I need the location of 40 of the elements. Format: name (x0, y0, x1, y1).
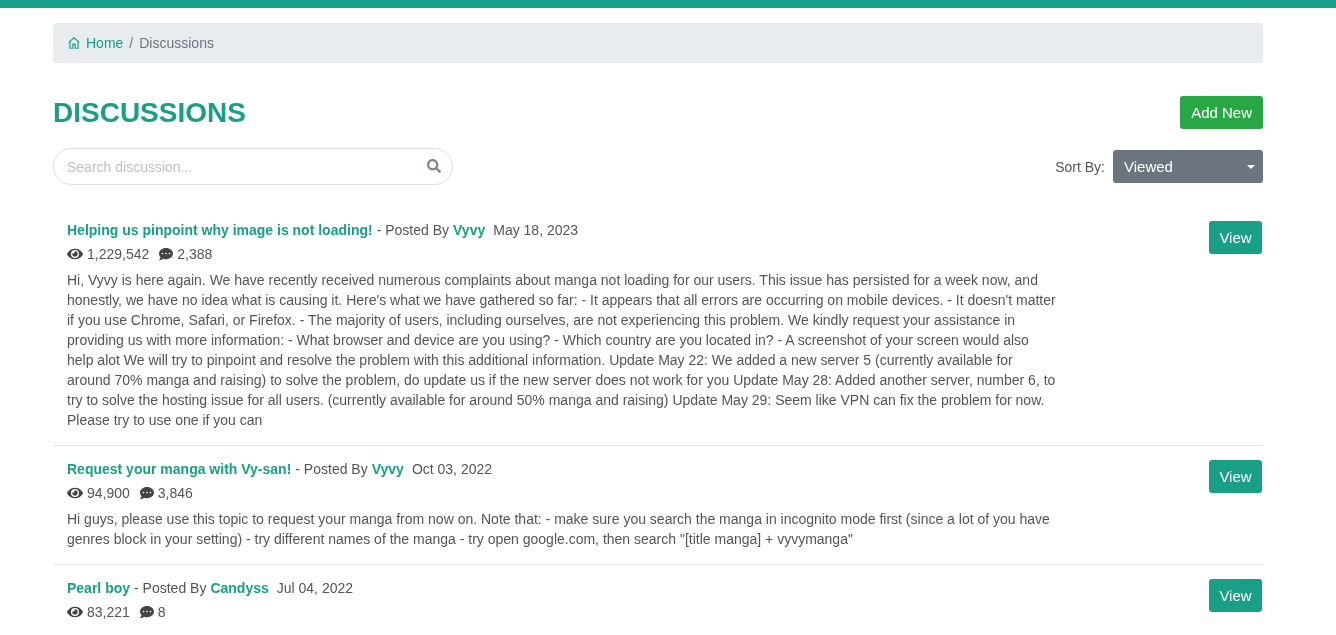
comment-icon (159, 247, 174, 261)
search-field[interactable]: Search discussion... (53, 148, 453, 185)
author-link[interactable]: Candyss (210, 578, 269, 598)
comment-icon (139, 605, 154, 619)
topic-body-text: Hi, Vyvy is here again. We have recently received numerous complaints about manga not loading for our users. This issue has persisted for a week now, and honestly, we have no idea what is causing it. Here's what we have gathered so far: - It appears that all errors are occurring on mobile devices. - It doesn't matter if you use Chrome, Safari, or Firefox. - The majority of users, including ourselves, are not experiencing this problem. We kindly request your assistance in providing us with more information: - What browser and device are you using? - Which country are you located in? - A screenshot of your screen would also help alot We will try to pinpoint and resolve the problem with this additional information. Update May 22: We added a new server 5 (currently available for around 70% manga and raising) to solve the problem, do update us if the new server does not work for you Update May 28: Added another server, number 6, to try to solve the hosting issue for all users. (currently available for around 50% manga and raising) Update May 29: Seem like VPN can fix the problem for now. Please try to use one if you can (67, 271, 1057, 430)
sort-select[interactable]: Viewed (1113, 150, 1263, 183)
eye-icon (67, 246, 83, 262)
posted-by-label: - Posted By (376, 221, 450, 240)
search-icon[interactable] (427, 159, 441, 173)
view-button[interactable]: View (1209, 460, 1262, 493)
eye-icon (67, 485, 83, 501)
post-date: Jul 04, 2022 (276, 579, 354, 598)
home-link[interactable]: Home (67, 35, 124, 51)
comment-count: 8 (157, 603, 166, 622)
add-new-button[interactable]: Add New (1180, 96, 1263, 129)
author-link[interactable]: Vyvy (371, 459, 404, 479)
topic-body-text: Hi guys, please use this topic to request your manga from now on. Note that: - make sure you search the manga in incognito mode first (since a lot of you have genres block in your setting) - try different names of the manga - try open google.com, then search "[title manga] + vyvymanga" (67, 510, 1051, 549)
posted-by-label: - Posted By (134, 579, 207, 598)
breadcrumb-separator: / (129, 35, 134, 51)
topic-title-link[interactable]: Pearl boy (67, 578, 131, 598)
post-date: Oct 03, 2022 (411, 460, 493, 479)
view-count: 94,900 (87, 484, 130, 503)
home-icon (67, 36, 81, 50)
sort-label: Sort By: (1055, 158, 1105, 175)
post-date: May 18, 2023 (493, 221, 579, 240)
page-title: DISCUSSIONS (53, 96, 246, 129)
eye-icon (67, 604, 83, 620)
view-button[interactable]: View (1209, 579, 1262, 612)
topic-title-link[interactable]: Request your manga with Vy-san! (67, 459, 292, 479)
comment-count: 2,388 (177, 245, 213, 264)
view-count: 1,229,542 (87, 245, 150, 264)
comment-icon (139, 486, 154, 500)
posted-by-label: - Posted By (295, 460, 368, 479)
topic-title-link[interactable]: Helping us pinpoint why image is not loading! (67, 220, 373, 240)
view-count: 83,221 (87, 603, 130, 622)
comment-count: 3,846 (157, 484, 193, 503)
author-link[interactable]: Vyvy (453, 220, 486, 240)
breadcrumb-current: Discussions (139, 35, 214, 51)
caret-icon (1247, 164, 1255, 169)
view-button[interactable]: View (1209, 221, 1262, 254)
